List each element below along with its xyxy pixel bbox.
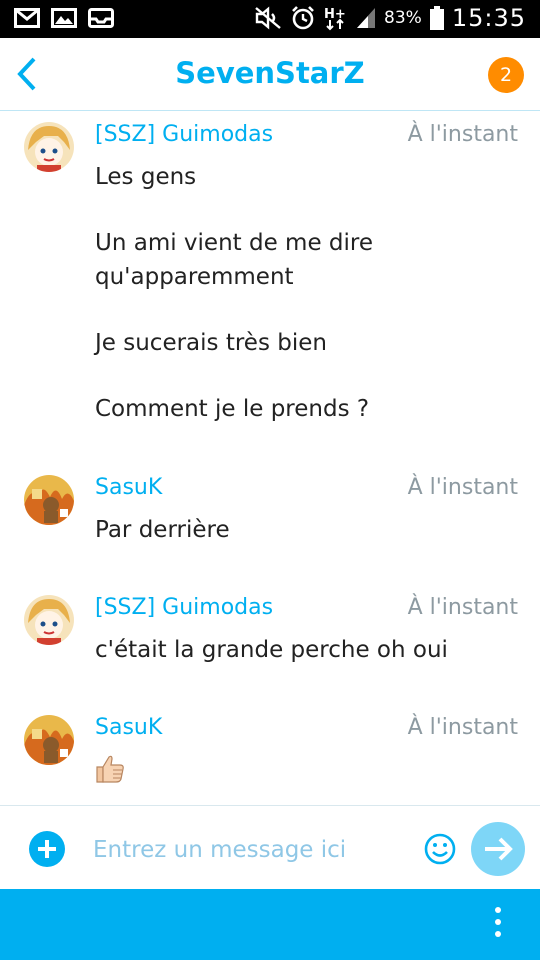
battery-icon [429, 6, 444, 30]
status-bar: H+ 83% 15:35 [0, 0, 540, 38]
message-input[interactable] [91, 831, 405, 869]
alarm-icon [292, 6, 314, 30]
signal-icon [357, 8, 376, 28]
image-icon [51, 8, 77, 28]
inbox-icon [88, 8, 114, 28]
notification-badge[interactable]: 2 [488, 57, 524, 93]
message-text: Par derrière [95, 517, 230, 543]
add-attachment-button[interactable] [29, 831, 65, 867]
message-author[interactable]: [SSZ] Guimodas [95, 122, 273, 147]
message-text: Les gens [95, 164, 197, 190]
conversation-header: SevenStarZ 2 [0, 38, 540, 111]
arrow-right-icon [485, 837, 513, 861]
message-time: À l'instant [407, 475, 518, 500]
dot [495, 919, 501, 925]
conversation-title[interactable]: SevenStarZ [0, 56, 540, 90]
message-time: À l'instant [407, 122, 518, 147]
anime-avatar[interactable] [24, 595, 74, 645]
dot [495, 931, 501, 937]
message-text: Comment je le prends ? [95, 396, 370, 422]
dog-fire-avatar[interactable] [24, 475, 74, 525]
message-item: [SSZ] Guimodas À l'instant c'était la gr… [0, 595, 540, 675]
battery-percent: 83% [384, 8, 422, 28]
bottom-toolbar [0, 889, 540, 960]
mobile-data-icon: H+ [324, 7, 346, 31]
message-item: [SSZ] Guimodas À l'instant Les gens Un a… [0, 122, 540, 452]
message-time: À l'instant [407, 715, 518, 740]
message-composer [0, 805, 540, 890]
message-text: qu'apparemment [95, 264, 294, 290]
message-text: c'était la grande perche oh oui [95, 637, 448, 663]
more-options-button[interactable] [492, 907, 504, 943]
message-author[interactable]: [SSZ] Guimodas [95, 595, 273, 620]
message-item: SasuK À l'instant [0, 715, 540, 795]
clock: 15:35 [451, 4, 526, 32]
emoji-button[interactable] [423, 832, 457, 866]
thumbs-up-icon [96, 755, 124, 783]
message-text: Je sucerais très bien [95, 330, 327, 356]
dog-fire-avatar[interactable] [24, 715, 74, 765]
anime-avatar[interactable] [24, 122, 74, 172]
smiley-icon [424, 833, 456, 865]
mail-icon [14, 8, 40, 28]
svg-text:H+: H+ [324, 7, 346, 22]
message-author[interactable]: SasuK [95, 475, 162, 500]
send-button[interactable] [471, 822, 525, 876]
message-author[interactable]: SasuK [95, 715, 162, 740]
dot [495, 907, 501, 913]
message-list[interactable]: [SSZ] Guimodas À l'instant Les gens Un a… [0, 111, 540, 805]
message-text: Un ami vient de me dire [95, 230, 373, 256]
message-item: SasuK À l'instant Par derrière [0, 475, 540, 555]
mute-icon [255, 6, 281, 30]
message-time: À l'instant [407, 595, 518, 620]
